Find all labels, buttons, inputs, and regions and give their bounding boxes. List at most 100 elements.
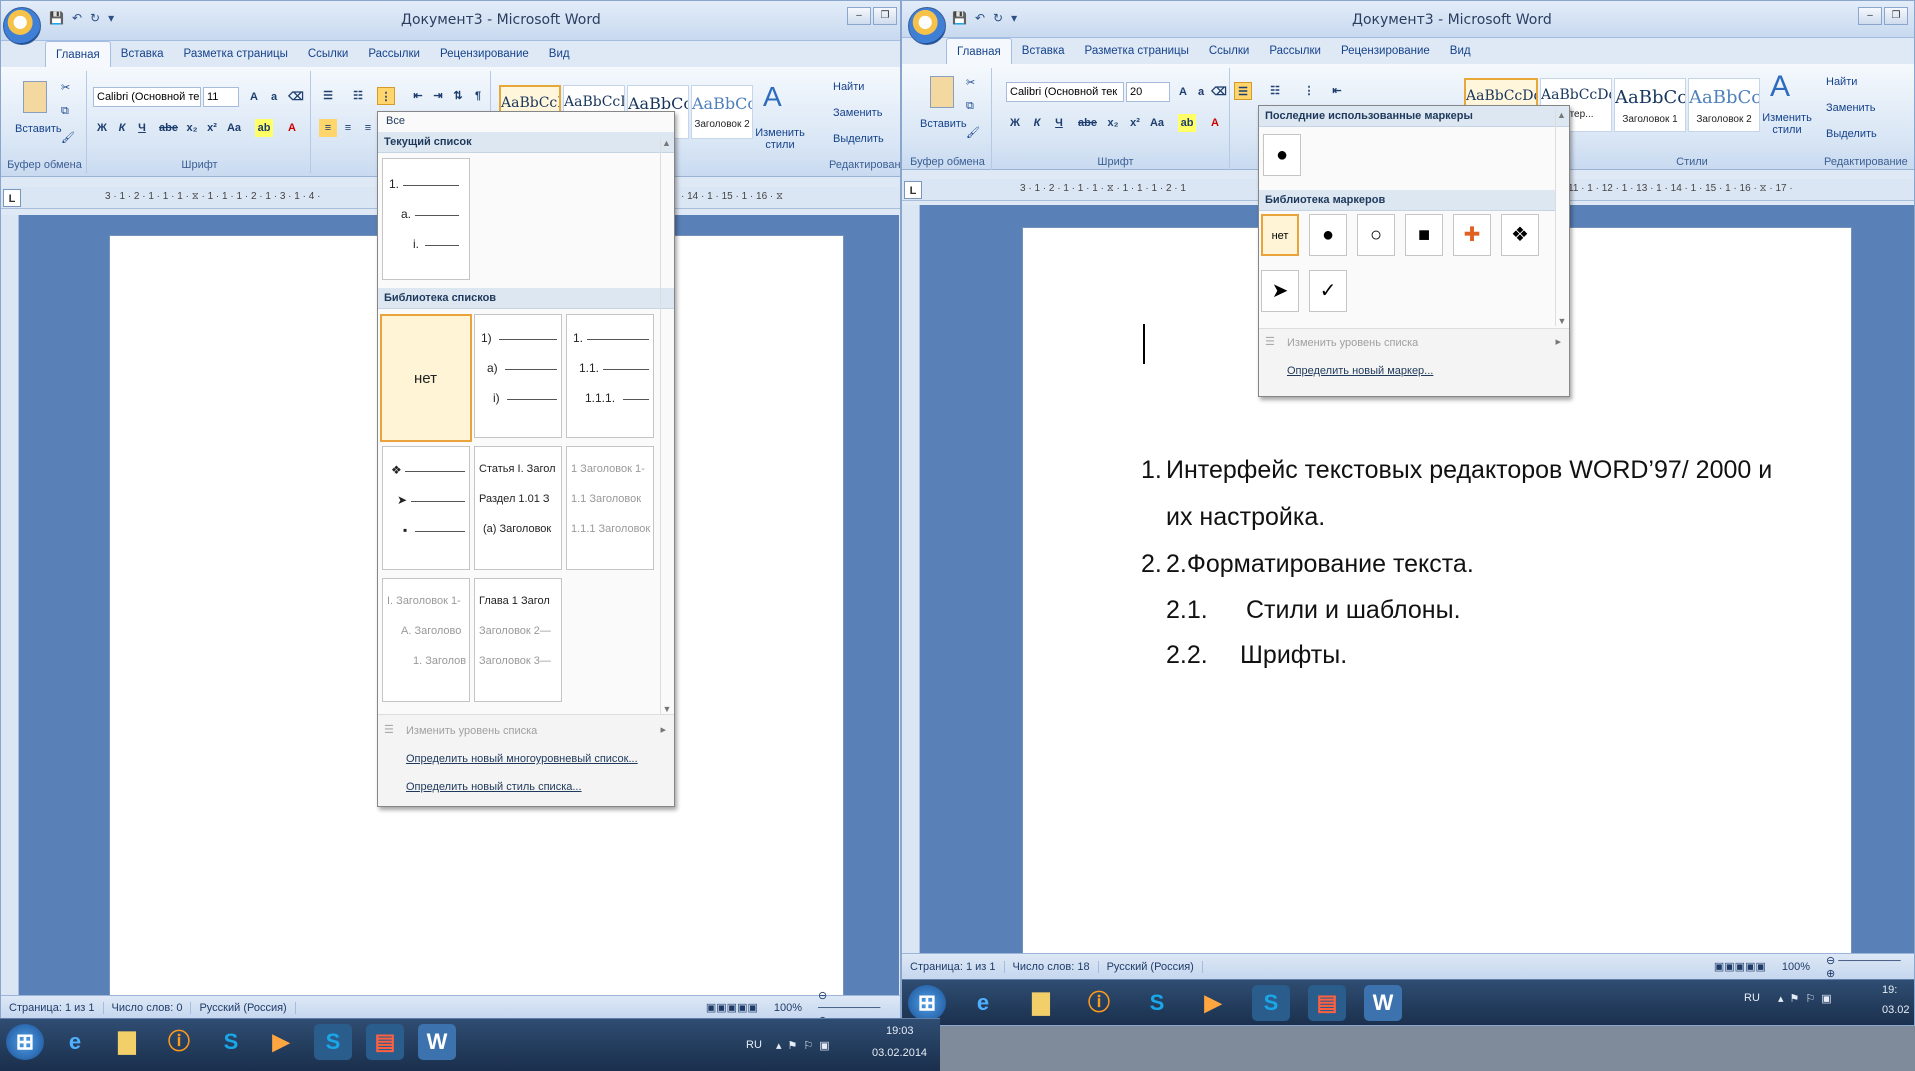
font-color-button[interactable]: A: [1206, 114, 1224, 132]
find-button[interactable]: Найти: [833, 81, 864, 93]
list-item-text[interactable]: Стили и шаблоны.: [1246, 596, 1461, 625]
clear-format-button[interactable]: ⌫: [1210, 83, 1228, 101]
office-button[interactable]: [908, 7, 946, 45]
tab-mailings[interactable]: Рассылки: [358, 41, 430, 67]
tab-selector-button[interactable]: L: [904, 181, 922, 199]
language[interactable]: Русский (Россия): [1099, 960, 1203, 973]
cut-icon[interactable]: ✂: [966, 76, 975, 89]
paste-icon[interactable]: [930, 76, 954, 108]
tab-selector-button[interactable]: L: [3, 189, 21, 207]
tab-references[interactable]: Ссылки: [1199, 38, 1260, 64]
list-item-text[interactable]: их настройка.: [1166, 503, 1325, 532]
list-style-heading-decimal[interactable]: 1 Заголовок 1- 1.1 Заголовок 1.1.1 Загол…: [566, 446, 654, 570]
copy-icon[interactable]: ⧉: [61, 105, 69, 118]
view-buttons[interactable]: ▣▣▣▣▣: [698, 1001, 766, 1014]
skype-running-icon[interactable]: S: [314, 1024, 352, 1060]
tab-review[interactable]: Рецензирование: [430, 41, 539, 67]
style-heading-1[interactable]: AaBbCc Заголовок 1: [1614, 78, 1686, 132]
page-count[interactable]: Страница: 1 из 1: [1, 1001, 104, 1014]
clock-time[interactable]: 19:: [1882, 984, 1897, 996]
tab-insert[interactable]: Вставка: [1012, 38, 1075, 64]
tab-references[interactable]: Ссылки: [298, 41, 359, 67]
font-name-select[interactable]: Calibri (Основной тек: [1006, 82, 1124, 102]
tab-home[interactable]: Главная: [946, 38, 1012, 64]
shrink-font-button[interactable]: a: [265, 88, 283, 106]
zoom-level[interactable]: 100%: [766, 1002, 810, 1014]
tab-mailings[interactable]: Рассылки: [1259, 38, 1331, 64]
list-item-text[interactable]: Шрифты.: [1240, 641, 1347, 670]
tab-home[interactable]: Главная: [45, 41, 111, 67]
minimize-button[interactable]: –: [1858, 7, 1882, 25]
copy-icon[interactable]: ⧉: [966, 100, 974, 113]
tab-page-layout[interactable]: Разметка страницы: [1075, 38, 1199, 64]
skype-icon[interactable]: S: [1138, 985, 1176, 1021]
bullet-hollow-circle[interactable]: ○: [1357, 214, 1395, 256]
tray-icons[interactable]: ▴⚑⚐▣: [1778, 992, 1838, 1005]
tab-page-layout[interactable]: Разметка страницы: [174, 41, 298, 67]
list-style-paren[interactable]: 1) a) i): [474, 314, 562, 438]
language[interactable]: Русский (Россия): [191, 1001, 296, 1014]
replace-button[interactable]: Заменить: [833, 107, 882, 119]
media-player-icon[interactable]: ▶: [1194, 985, 1232, 1021]
define-new-bullet-item[interactable]: Определить новый маркер...: [1287, 365, 1433, 377]
change-list-level-item[interactable]: Изменить уровень списка: [406, 725, 537, 737]
page-count[interactable]: Страница: 1 из 1: [902, 960, 1005, 973]
explorer-folder-icon[interactable]: ▇: [108, 1024, 146, 1060]
internet-explorer-icon[interactable]: e: [964, 985, 1002, 1021]
tab-insert[interactable]: Вставка: [111, 41, 174, 67]
numbering-button[interactable]: ☷: [1266, 82, 1284, 100]
info-app-icon[interactable]: ⓘ: [160, 1024, 198, 1060]
change-case-button[interactable]: Aa: [1148, 114, 1166, 132]
select-button[interactable]: Выделить: [1826, 128, 1877, 140]
filter-all[interactable]: Все: [378, 112, 674, 132]
change-styles-icon[interactable]: A: [1770, 70, 1790, 104]
word-taskbar-icon[interactable]: W: [418, 1024, 456, 1060]
select-button[interactable]: Выделить: [833, 133, 884, 145]
italic-button[interactable]: К: [1028, 114, 1046, 132]
format-painter-icon[interactable]: 🖌: [61, 131, 75, 144]
current-list-cell[interactable]: 1. a. i.: [382, 158, 470, 280]
list-style-decimal[interactable]: 1. 1.1. 1.1.1.: [566, 314, 654, 438]
shrink-font-button[interactable]: a: [1192, 83, 1210, 101]
skype-icon[interactable]: S: [212, 1024, 250, 1060]
clock-date[interactable]: 03.02.2014: [872, 1047, 927, 1059]
undo-icon[interactable]: ↶: [975, 11, 985, 25]
start-button[interactable]: ⊞: [908, 985, 946, 1021]
language-indicator[interactable]: RU: [1744, 992, 1760, 1004]
bullet-diamond[interactable]: ❖: [1501, 214, 1539, 256]
grow-font-button[interactable]: A: [245, 88, 263, 106]
customize-qat-icon[interactable]: ▾: [108, 11, 114, 25]
media-player-icon[interactable]: ▶: [262, 1024, 300, 1060]
list-style-heading-roman[interactable]: I. Заголовок 1- A. Заголово 1. Заголов: [382, 578, 470, 702]
office-button[interactable]: [3, 7, 41, 45]
presentation-app-icon[interactable]: ▤: [366, 1024, 404, 1060]
change-styles-button[interactable]: Изменить стили: [1762, 112, 1812, 136]
style-heading-2[interactable]: AaBbCc Заголовок 2: [691, 85, 753, 139]
skype-running-icon[interactable]: S: [1252, 985, 1290, 1021]
start-button[interactable]: ⊞: [6, 1024, 44, 1060]
increase-indent-button[interactable]: ⇥: [429, 87, 447, 105]
show-marks-button[interactable]: ¶: [469, 87, 487, 105]
superscript-button[interactable]: x²: [203, 119, 221, 137]
clock-date[interactable]: 03.02: [1882, 1004, 1910, 1016]
bullet-square[interactable]: ■: [1405, 214, 1443, 256]
tab-view[interactable]: Вид: [539, 41, 580, 67]
zoom-level[interactable]: 100%: [1774, 961, 1818, 973]
restore-button[interactable]: ❐: [1884, 7, 1908, 25]
subscript-button[interactable]: x₂: [1104, 114, 1122, 132]
bold-button[interactable]: Ж: [1006, 114, 1024, 132]
strikethrough-button[interactable]: abe: [1078, 114, 1097, 132]
explorer-folder-icon[interactable]: ▇: [1022, 985, 1060, 1021]
minimize-button[interactable]: –: [847, 7, 871, 25]
cut-icon[interactable]: ✂: [61, 81, 70, 94]
font-size-select[interactable]: 20: [1126, 82, 1170, 102]
list-style-article[interactable]: Статья I. Загол Раздел 1.01 З (a) Заголо…: [474, 446, 562, 570]
format-painter-icon[interactable]: 🖌: [966, 126, 980, 139]
change-styles-button[interactable]: Изменить стили: [755, 127, 805, 151]
bullets-button[interactable]: ☰: [1234, 82, 1252, 100]
tab-review[interactable]: Рецензирование: [1331, 38, 1440, 64]
multilevel-list-button[interactable]: ⋮: [1300, 82, 1318, 100]
zoom-slider[interactable]: ⊖ ──────── ⊕: [1818, 954, 1914, 980]
list-none-cell[interactable]: нет: [380, 314, 472, 442]
subscript-button[interactable]: x₂: [183, 119, 201, 137]
